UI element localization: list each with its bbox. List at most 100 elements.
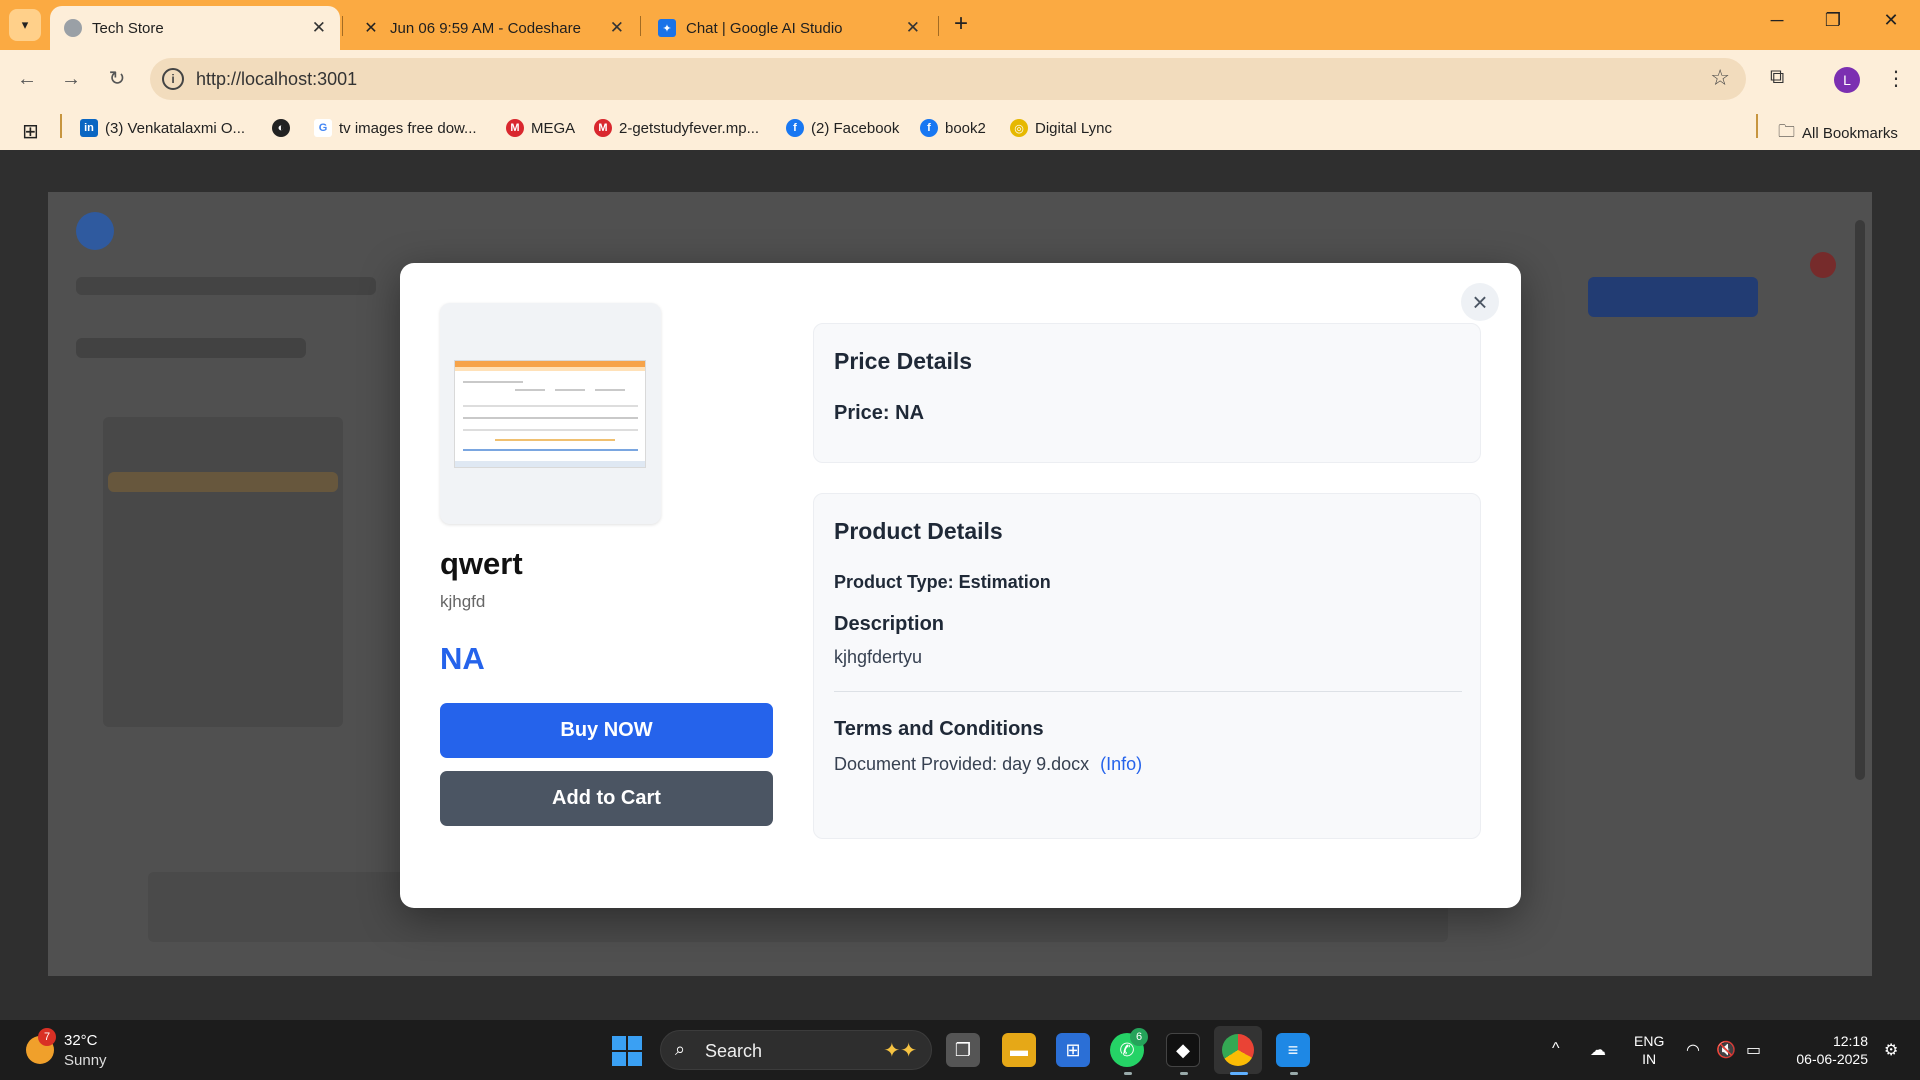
wifi-icon[interactable]: ◠ (1686, 1040, 1700, 1060)
product-type: Product Type: Estimation (834, 572, 1051, 592)
minimize-button[interactable]: ─ (1762, 10, 1792, 31)
bookmark-label: Digital Lync (1035, 119, 1112, 137)
reload-button[interactable]: ↻ (102, 64, 132, 94)
product-details-heading: Product Details (834, 518, 1003, 544)
codeshare-icon: ✕ (364, 20, 378, 37)
terminal-icon[interactable]: ◆ (1166, 1033, 1200, 1067)
bookmark-item[interactable]: M MEGA (506, 119, 575, 137)
tray-overflow-icon[interactable]: ^ (1552, 1040, 1560, 1058)
all-bookmarks[interactable]: 🗀 All Bookmarks (1778, 119, 1898, 148)
product-price: NA (440, 641, 485, 676)
document-provided: Document Provided: day 9.docx (Info) (834, 754, 1142, 775)
notification-bell-icon[interactable]: ⚙ (1884, 1040, 1898, 1060)
close-tab-icon[interactable]: ✕ (906, 18, 920, 38)
bookmark-label: (3) Venkatalaxmi O... (105, 119, 246, 137)
search-label: Search (705, 1041, 763, 1061)
running-indicator (1124, 1072, 1132, 1075)
forward-button[interactable]: → (56, 64, 86, 94)
taskbar-search[interactable]: ⌕ Search ✦✦ (660, 1030, 932, 1070)
facebook-icon: f (920, 119, 938, 137)
bookmark-label: (2) Facebook (811, 119, 900, 137)
bookmark-item[interactable]: in (3) Venkatalaxmi O... (80, 119, 245, 137)
whatsapp-badge: 6 (1130, 1028, 1148, 1046)
task-view-icon[interactable]: ❐ (946, 1033, 980, 1067)
lang-code: ENG (1634, 1033, 1665, 1049)
bookmark-label: MEGA (531, 119, 576, 137)
close-modal-button[interactable]: × (1461, 283, 1499, 321)
bookmark-item[interactable]: G tv images free dow... (314, 119, 477, 137)
file-explorer-icon[interactable]: ▬ (1002, 1033, 1036, 1067)
background-card-image (108, 472, 338, 492)
tab-separator (342, 16, 343, 36)
store-icon[interactable]: ⊞ (1056, 1033, 1090, 1067)
back-button[interactable]: ← (12, 64, 42, 94)
description-heading: Description (834, 613, 945, 635)
background-cart-badge (1810, 252, 1836, 278)
bookmark-item[interactable]: f book2 (920, 119, 986, 137)
lang-region: IN (1642, 1051, 1657, 1067)
digital-lync-icon: ◎ (1010, 119, 1028, 137)
chrome-icon[interactable] (1214, 1026, 1262, 1074)
new-tab-button[interactable]: + (946, 10, 976, 38)
tab-ai-studio[interactable]: ✦ Chat | Google AI Studio ✕ (644, 6, 934, 50)
page-scrollbar[interactable] (1855, 220, 1865, 780)
tab-tech-store[interactable]: Tech Store ✕ (50, 6, 340, 50)
weather-badge: 7 (38, 1028, 56, 1046)
close-tab-icon[interactable]: ✕ (610, 18, 624, 38)
battery-icon[interactable]: ▭ (1746, 1040, 1761, 1060)
running-indicator (1290, 1072, 1298, 1075)
onedrive-icon[interactable]: ☁ (1590, 1040, 1606, 1060)
volume-muted-icon[interactable]: 🔇 (1716, 1040, 1736, 1060)
tab-separator (938, 16, 939, 36)
tab-search-button[interactable]: ▾ (9, 9, 41, 41)
info-link[interactable]: (Info) (1100, 754, 1142, 774)
background-manage-button (1588, 277, 1758, 317)
bookmark-item[interactable]: M 2-getstudyfever.mp... (594, 119, 759, 137)
active-indicator (1230, 1072, 1248, 1075)
weather-temp[interactable]: 32°C (64, 1032, 98, 1049)
ai-studio-icon: ✦ (658, 19, 676, 37)
facebook-icon: f (786, 119, 804, 137)
add-to-cart-button[interactable]: Add to Cart (440, 771, 773, 826)
bookmarks-bar: ⊞ in (3) Venkatalaxmi O... ◐ G tv images… (0, 108, 1920, 150)
product-details-panel: Product Details Product Type: Estimation… (813, 493, 1481, 839)
taskbar-clock[interactable]: 12:18 06-06-2025 (1780, 1032, 1868, 1068)
background-nav (76, 277, 376, 295)
close-window-button[interactable]: ✕ (1876, 10, 1906, 31)
site-info-icon[interactable]: i (162, 68, 184, 90)
product-subtitle: kjhgfd (440, 592, 486, 611)
bookmark-separator (1756, 114, 1758, 138)
product-modal: × qwert kjhgfd NA Buy NOW Add to Cart Pr… (400, 263, 1521, 908)
apps-icon[interactable]: ⊞ (22, 119, 39, 144)
price-details-heading: Price Details (834, 348, 973, 374)
bookmark-star-icon[interactable]: ☆ (1710, 65, 1730, 91)
menu-icon[interactable]: ⋮ (1886, 66, 1906, 91)
bookmark-item[interactable]: ◐ (272, 119, 297, 137)
bookmark-separator (60, 114, 62, 138)
tab-title: Tech Store (92, 19, 164, 37)
restore-button[interactable]: ❐ (1818, 10, 1848, 31)
background-heading (76, 338, 306, 358)
mega-icon: M (506, 119, 524, 137)
folder-icon: 🗀 (1778, 122, 1795, 141)
notepad-icon[interactable]: ≡ (1276, 1033, 1310, 1067)
windows-taskbar: 7 32°C Sunny ⌕ Search ✦✦ ❐ ▬ ⊞ ✆ 6 ◆ ≡ ^… (0, 1020, 1920, 1080)
all-bookmarks-label: All Bookmarks (1802, 125, 1898, 142)
bookmark-item[interactable]: f (2) Facebook (786, 119, 899, 137)
bookmark-label: tv images free dow... (339, 119, 477, 137)
document-text: Document Provided: day 9.docx (834, 754, 1090, 774)
language-indicator[interactable]: ENG IN (1634, 1032, 1664, 1068)
product-name: qwert (440, 546, 523, 581)
buy-now-button[interactable]: Buy NOW (440, 703, 773, 758)
product-screenshot-image (454, 360, 646, 468)
running-indicator (1180, 1072, 1188, 1075)
windows-start-icon[interactable] (612, 1036, 642, 1066)
bookmark-item[interactable]: ◎ Digital Lync (1010, 119, 1112, 137)
close-tab-icon[interactable]: ✕ (312, 18, 326, 38)
address-bar[interactable]: i http://localhost:3001 ☆ (150, 58, 1746, 100)
description-text: kjhgfdertyu (834, 647, 923, 667)
weather-desc[interactable]: Sunny (64, 1052, 107, 1069)
profile-avatar[interactable]: L (1834, 67, 1860, 93)
extensions-icon[interactable]: ⧉ (1770, 66, 1784, 89)
tab-codeshare[interactable]: ✕ Jun 06 9:59 AM - Codeshare ✕ (348, 6, 638, 50)
